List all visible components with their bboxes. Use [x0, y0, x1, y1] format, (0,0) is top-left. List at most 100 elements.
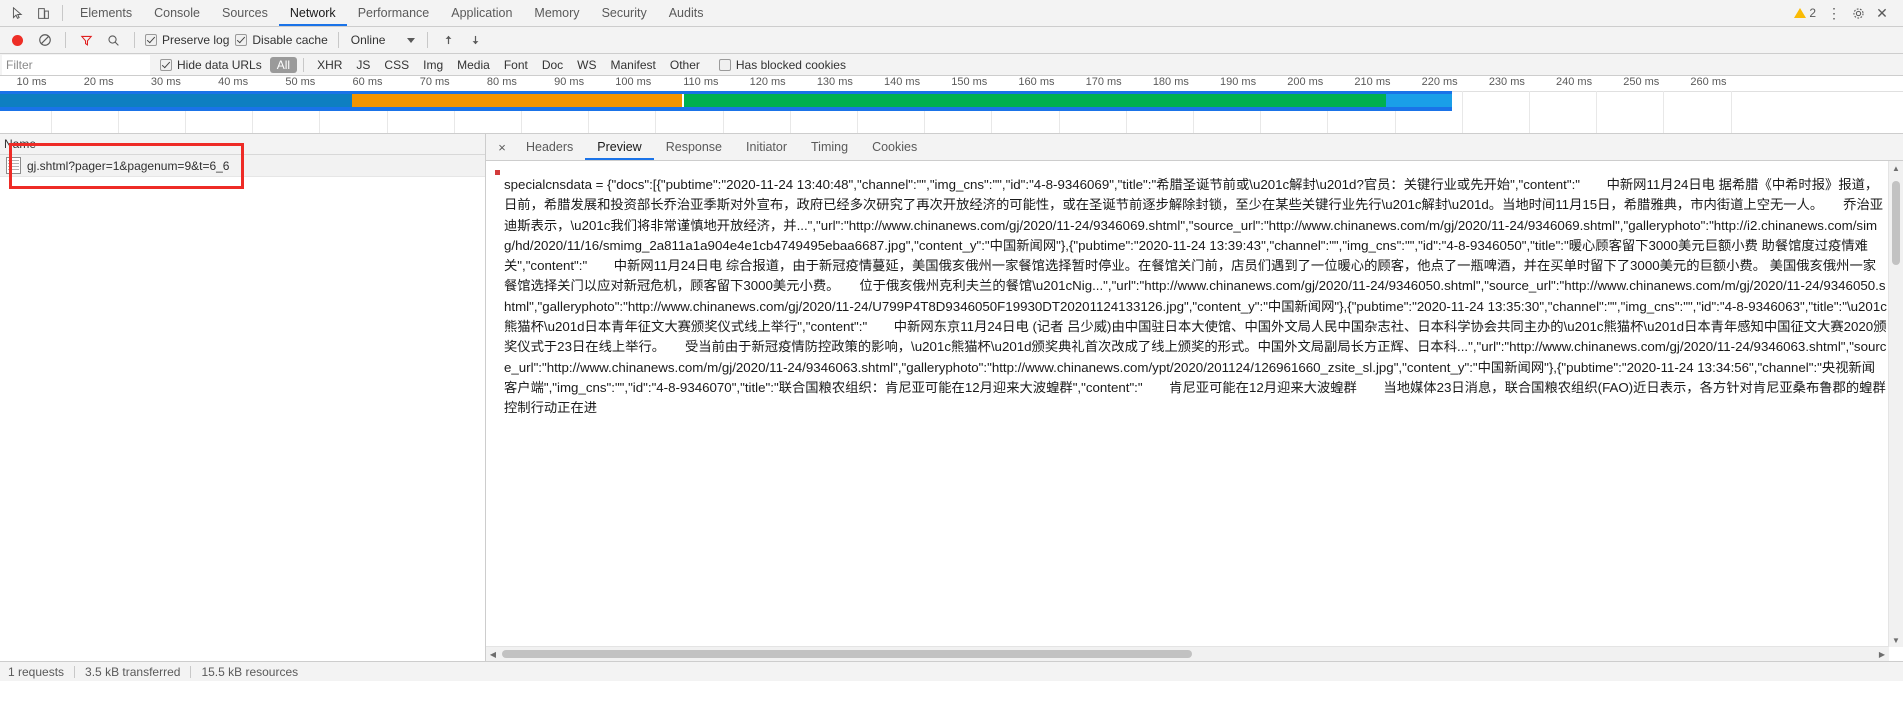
json-expand-marker-icon[interactable] — [495, 170, 500, 175]
timeline-tick-label: 250 ms — [1623, 76, 1660, 88]
timeline-tick-label: 240 ms — [1556, 76, 1593, 88]
overview-segment-green — [684, 94, 1386, 107]
table-row[interactable]: gj.shtml?pager=1&pagenum=9&t=6_6 — [0, 155, 485, 177]
filter-type-other[interactable]: Other — [663, 57, 707, 73]
vertical-scroll-thumb[interactable] — [1892, 181, 1900, 265]
timeline-tick-label: 50 ms — [285, 76, 316, 88]
timeline-gridline — [1596, 91, 1598, 133]
timeline-tick-label: 20 ms — [83, 76, 114, 88]
kebab-menu-icon[interactable]: ⋮ — [1823, 2, 1845, 24]
timeline-gridline — [1663, 91, 1665, 133]
has-blocked-cookies-checkbox[interactable]: Has blocked cookies — [717, 58, 848, 72]
filter-type-media[interactable]: Media — [450, 57, 497, 73]
record-stop-icon[interactable] — [5, 28, 30, 52]
close-icon[interactable]: × — [490, 135, 514, 159]
scroll-left-arrow-icon[interactable]: ◀ — [486, 647, 500, 661]
toolbar-divider — [427, 32, 429, 48]
network-throttling-select[interactable]: Online — [347, 33, 420, 47]
tab-network[interactable]: Network — [279, 0, 347, 26]
timeline-tick-label: 260 ms — [1690, 76, 1727, 88]
tab-security[interactable]: Security — [591, 0, 658, 26]
preview-content-area: specialcnsdata = {"docs":[{"pubtime":"20… — [486, 161, 1903, 661]
timeline-tick-label: 140 ms — [884, 76, 921, 88]
tab-preview[interactable]: Preview — [585, 134, 653, 160]
toolbar-divider — [62, 5, 63, 21]
devtools-panel-tabbar: Elements Console Sources Network Perform… — [0, 0, 1903, 27]
checkbox-box — [718, 58, 731, 71]
timeline-tick-label: 190 ms — [1220, 76, 1257, 88]
scroll-down-arrow-icon[interactable]: ▼ — [1889, 633, 1903, 647]
status-divider — [74, 665, 76, 678]
scroll-right-arrow-icon[interactable]: ▶ — [1875, 647, 1889, 661]
network-status-bar: 1 requests 3.5 kB transferred 15.5 kB re… — [0, 661, 1903, 681]
filter-type-css[interactable]: CSS — [377, 57, 416, 73]
preview-json-text: specialcnsdata = {"docs":[{"pubtime":"20… — [504, 177, 1887, 416]
filter-type-js[interactable]: JS — [349, 57, 377, 73]
filter-type-manifest[interactable]: Manifest — [604, 57, 663, 73]
timeline-tick-label: 210 ms — [1354, 76, 1391, 88]
funnel-filter-icon[interactable] — [74, 28, 99, 52]
tab-initiator[interactable]: Initiator — [734, 134, 799, 160]
request-list-pane: Name gj.shtml?pager=1&pagenum=9&t=6_6 — [0, 134, 486, 661]
column-header-name[interactable]: Name — [4, 137, 36, 151]
close-icon[interactable]: ✕ — [1871, 2, 1893, 24]
cursor-inspect-icon[interactable] — [4, 1, 30, 25]
clear-no-entry-icon[interactable] — [32, 28, 57, 52]
tab-performance[interactable]: Performance — [347, 0, 441, 26]
toolbar-divider — [134, 32, 135, 48]
tab-memory[interactable]: Memory — [523, 0, 590, 26]
timeline-tick-label: 80 ms — [486, 76, 517, 88]
filter-type-all[interactable]: All — [269, 56, 298, 73]
tab-console[interactable]: Console — [143, 0, 211, 26]
horizontal-scrollbar[interactable]: ◀ ▶ — [486, 646, 1889, 661]
tab-audits[interactable]: Audits — [658, 0, 715, 26]
device-toolbar-icon[interactable] — [30, 1, 56, 25]
timeline-tick-label: 120 ms — [749, 76, 786, 88]
status-resources: 15.5 kB resources — [201, 664, 299, 679]
throttle-value: Online — [350, 33, 386, 47]
tab-timing[interactable]: Timing — [799, 134, 860, 160]
filter-input[interactable] — [2, 54, 150, 75]
tab-elements[interactable]: Elements — [69, 0, 143, 26]
timeline-ruler: 10 ms 20 ms 30 ms 40 ms 50 ms 60 ms 70 ms 80 ms… — [0, 76, 1903, 92]
tab-response[interactable]: Response — [654, 134, 734, 160]
has-blocked-cookies-label: Has blocked cookies — [735, 57, 846, 72]
scroll-up-arrow-icon[interactable]: ▲ — [1889, 161, 1903, 175]
filter-type-img[interactable]: Img — [416, 57, 450, 73]
timeline-tick-label: 130 ms — [816, 76, 853, 88]
checkbox-box — [145, 34, 157, 46]
search-icon[interactable] — [101, 28, 126, 52]
network-overview[interactable]: 10 ms 20 ms 30 ms 40 ms 50 ms 60 ms 70 ms 80 ms… — [0, 76, 1903, 134]
detail-tabbar: × Headers Preview Response Initiator Tim… — [486, 134, 1903, 161]
import-har-icon[interactable] — [436, 28, 461, 52]
status-divider — [190, 665, 192, 678]
overview-bars — [0, 94, 1452, 107]
preserve-log-checkbox[interactable]: Preserve log — [143, 33, 231, 47]
vertical-scrollbar[interactable]: ▲ ▼ — [1888, 161, 1903, 647]
timeline-tick-label: 220 ms — [1421, 76, 1458, 88]
export-har-icon[interactable] — [463, 28, 488, 52]
network-split-view: Name gj.shtml?pager=1&pagenum=9&t=6_6 × … — [0, 134, 1903, 661]
request-name: gj.shtml?pager=1&pagenum=9&t=6_6 — [27, 158, 230, 173]
hide-data-urls-checkbox[interactable]: Hide data URLs — [158, 58, 264, 72]
warning-badge[interactable]: 2 — [1789, 6, 1821, 20]
filter-type-xhr[interactable]: XHR — [310, 57, 349, 73]
timeline-tick-label: 200 ms — [1287, 76, 1324, 88]
disable-cache-checkbox[interactable]: Disable cache — [233, 33, 329, 47]
request-detail-pane: × Headers Preview Response Initiator Tim… — [486, 134, 1903, 661]
timeline-tick-label: 10 ms — [16, 76, 47, 88]
filter-type-font[interactable]: Font — [497, 57, 535, 73]
tab-cookies[interactable]: Cookies — [860, 134, 929, 160]
tab-application[interactable]: Application — [440, 0, 523, 26]
horizontal-scroll-thumb[interactable] — [502, 650, 1192, 658]
filter-type-ws[interactable]: WS — [570, 57, 603, 73]
filter-type-doc[interactable]: Doc — [535, 57, 570, 73]
gear-icon[interactable] — [1847, 2, 1869, 24]
request-list-header: Name — [0, 134, 485, 155]
filter-divider — [303, 57, 305, 72]
tab-headers[interactable]: Headers — [514, 134, 585, 160]
tab-sources[interactable]: Sources — [211, 0, 279, 26]
toolbar-divider — [337, 32, 339, 48]
timeline-tick-label: 110 ms — [683, 76, 719, 88]
timeline-gridline — [1528, 91, 1530, 133]
